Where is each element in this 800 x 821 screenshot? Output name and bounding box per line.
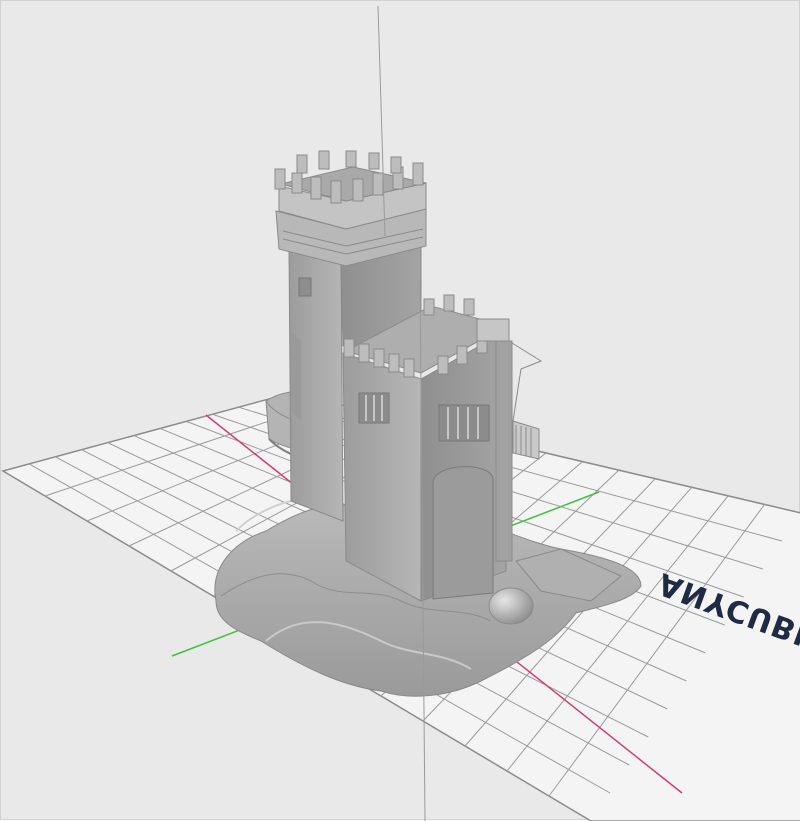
build-plate-scene[interactable]: ANYCUBIC bbox=[1, 1, 800, 821]
3d-viewport[interactable]: ANYCUBIC bbox=[0, 0, 800, 821]
front-tower bbox=[342, 294, 513, 602]
side-balcony bbox=[511, 342, 543, 460]
